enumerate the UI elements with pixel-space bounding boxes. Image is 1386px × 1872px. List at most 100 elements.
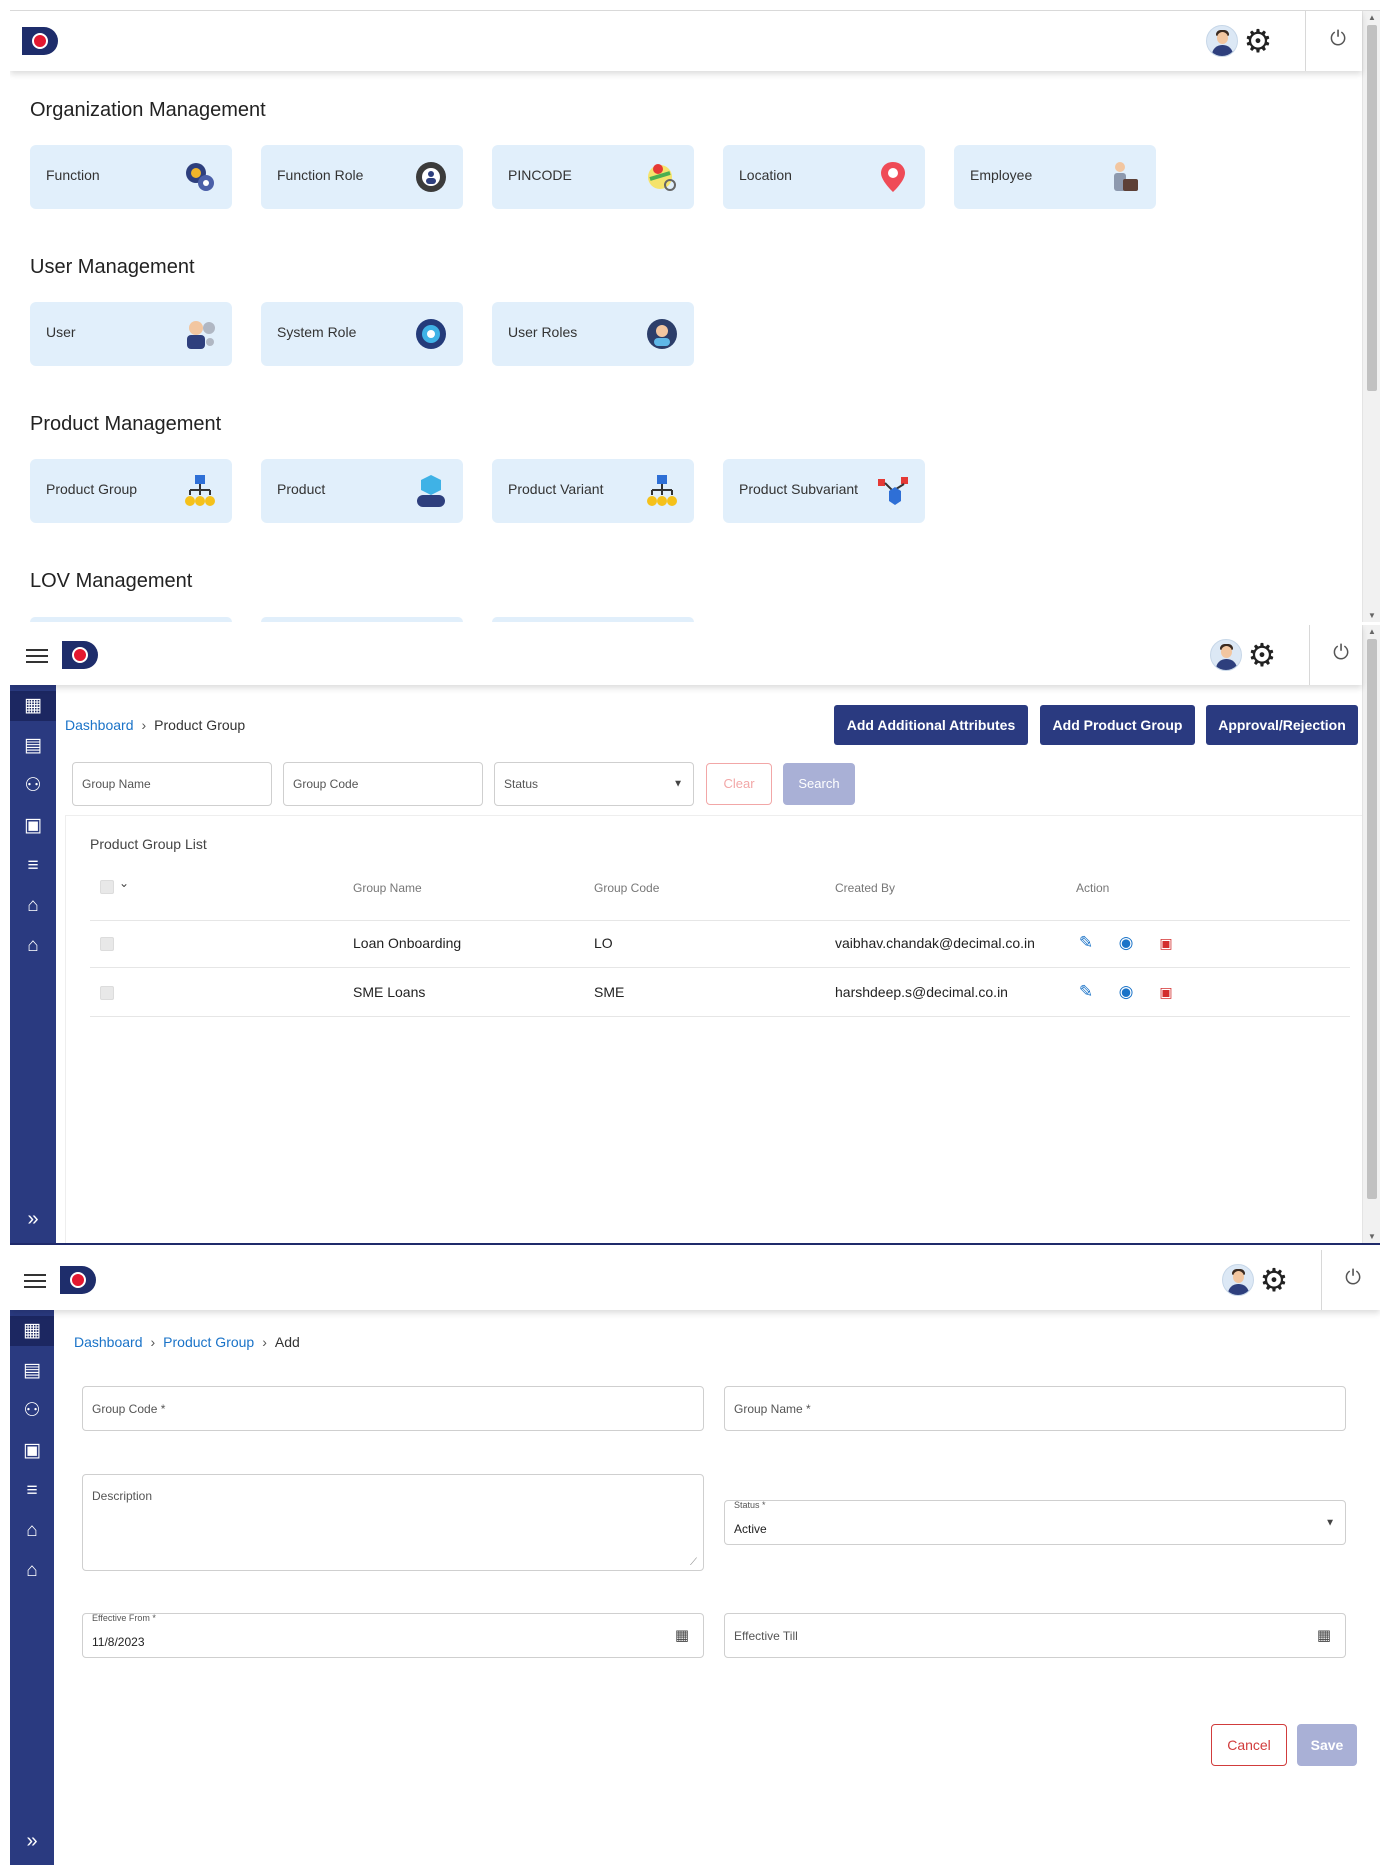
organization-icon[interactable]: ▤ [10,1356,54,1386]
edit-pencil-icon[interactable]: ✎ [1075,932,1097,954]
scroll-down-icon[interactable]: ▼ [1363,1232,1380,1241]
field-label: Effective From * [92,1613,156,1623]
save-button[interactable]: Save [1297,1724,1357,1766]
scroll-up-icon[interactable]: ▲ [1363,13,1380,22]
dashboard-icon[interactable]: ▦ [10,1316,54,1346]
approval-rejection-button[interactable]: Approval/Rejection [1206,705,1358,745]
home-icon[interactable]: ⌂ [10,931,56,961]
tile-lov-partial[interactable] [492,617,694,622]
power-icon[interactable]: ⏻ [1329,641,1353,665]
organization-icon[interactable]: ▤ [10,731,56,761]
tile-system-role[interactable]: System Role [261,302,463,366]
row-checkbox[interactable] [100,986,114,1000]
tile-function-role[interactable]: Function Role [261,145,463,209]
home-icon[interactable]: ⌂ [10,891,56,921]
tile-product-subvariant[interactable]: Product Subvariant [723,459,925,523]
column-header-action: Action [1076,881,1110,895]
user-avatar-icon[interactable] [1222,1264,1254,1296]
user-settings-icon[interactable]: ⚇ [10,1396,54,1426]
product-group-list-screen: ⚙ ⏻ ▦ ▤ ⚇ ▣ ≡ ⌂ ⌂ » Dashboard › Product Gr… [10,625,1380,1245]
resize-handle-icon[interactable]: ⟋ [690,1557,697,1568]
sidebar: ▦ ▤ ⚇ ▣ ≡ ⌂ ⌂ » [10,1310,54,1865]
tile-product-group[interactable]: Product Group [30,459,232,523]
settings-gear-icon[interactable]: ⚙ [1257,1263,1291,1297]
breadcrumb-product-group-link[interactable]: Product Group [163,1334,254,1350]
search-button[interactable]: Search [783,763,855,805]
status-select[interactable]: Status * Active ▼ [724,1500,1346,1545]
tile-function[interactable]: Function [30,145,232,209]
dashboard-icon[interactable]: ▦ [10,691,56,721]
expand-sidebar-icon[interactable]: » [10,1830,54,1853]
chevron-down-icon[interactable]: ⌄ [119,876,129,890]
tile-label: Product Variant [508,481,604,497]
status-filter-select[interactable]: Status ▼ [494,762,694,806]
tile-label: Location [739,167,792,183]
hamburger-menu-icon[interactable] [26,645,48,665]
settings-gear-icon[interactable]: ⚙ [1245,638,1279,672]
tile-employee[interactable]: Employee [954,145,1156,209]
home-icon[interactable]: ⌂ [10,1556,54,1586]
user-settings-icon[interactable]: ⚇ [10,771,56,801]
tile-pincode[interactable]: PINCODE [492,145,694,209]
cell-group-name: SME Loans [353,984,426,1000]
list-icon[interactable]: ≡ [10,851,56,881]
tile-lov-partial[interactable] [261,617,463,622]
power-icon[interactable]: ⏻ [1341,1266,1365,1290]
user-avatar-icon[interactable] [1210,639,1242,671]
view-eye-icon[interactable]: ◉ [1115,981,1137,1003]
effective-from-date-field[interactable]: Effective From * 11/8/2023 ▦ [82,1613,704,1658]
shopping-bag-icon[interactable]: ▣ [10,1436,54,1466]
table-row: SME Loans SME harshdeep.s@decimal.co.in … [90,969,1350,1017]
group-name-field[interactable]: Group Name * [724,1386,1346,1431]
hamburger-menu-icon[interactable] [24,1270,46,1290]
edit-pencil-icon[interactable]: ✎ [1075,981,1097,1003]
breadcrumb: Dashboard › Product Group [65,717,246,733]
group-name-filter-input[interactable]: Group Name [72,762,272,806]
company-logo[interactable] [62,641,100,669]
column-header-group-code: Group Code [594,881,660,895]
user-avatar-icon[interactable] [1206,25,1238,57]
group-code-field[interactable]: Group Code * [82,1386,704,1431]
field-label: Effective Till [734,1628,798,1643]
company-logo[interactable] [22,27,60,55]
product-group-hierarchy-icon [185,475,215,506]
home-icon[interactable]: ⌂ [10,1516,54,1546]
clear-button[interactable]: Clear [706,763,772,805]
breadcrumb-dashboard-link[interactable]: Dashboard [65,717,134,733]
tile-product-variant[interactable]: Product Variant [492,459,694,523]
company-logo[interactable] [60,1266,98,1294]
tile-lov-partial[interactable] [30,617,232,622]
list-icon[interactable]: ≡ [10,1476,54,1506]
section-title-user: User Management [30,256,195,278]
add-product-group-button[interactable]: Add Product Group [1040,705,1195,745]
calendar-icon[interactable]: ▦ [675,1626,689,1644]
delete-icon[interactable]: ▣ [1155,981,1177,1003]
cell-group-name: Loan Onboarding [353,935,462,951]
power-icon[interactable]: ⏻ [1326,27,1350,51]
tile-user-roles[interactable]: User Roles [492,302,694,366]
add-additional-attributes-button[interactable]: Add Additional Attributes [834,705,1028,745]
breadcrumb-dashboard-link[interactable]: Dashboard [74,1334,143,1350]
product-box-icon [417,475,445,507]
column-header-group-name: Group Name [353,881,422,895]
expand-sidebar-icon[interactable]: » [10,1208,56,1231]
cancel-button[interactable]: Cancel [1211,1724,1287,1766]
settings-gear-icon[interactable]: ⚙ [1241,24,1275,58]
vertical-scrollbar[interactable]: ▲ ▼ [1362,11,1380,622]
delete-icon[interactable]: ▣ [1155,932,1177,954]
scroll-down-icon[interactable]: ▼ [1363,611,1380,620]
scroll-up-icon[interactable]: ▲ [1363,627,1380,636]
placeholder: Status [504,777,539,791]
tile-product[interactable]: Product [261,459,463,523]
vertical-scrollbar[interactable]: ▲ ▼ [1362,625,1380,1243]
effective-till-date-field[interactable]: Effective Till ▦ [724,1613,1346,1658]
select-all-checkbox[interactable] [100,880,114,894]
description-textarea[interactable]: Description ⟋ [82,1474,704,1571]
tile-user[interactable]: User [30,302,232,366]
view-eye-icon[interactable]: ◉ [1115,932,1137,954]
tile-location[interactable]: Location [723,145,925,209]
row-checkbox[interactable] [100,937,114,951]
group-code-filter-input[interactable]: Group Code [283,762,483,806]
shopping-bag-icon[interactable]: ▣ [10,811,56,841]
calendar-icon[interactable]: ▦ [1317,1626,1331,1644]
